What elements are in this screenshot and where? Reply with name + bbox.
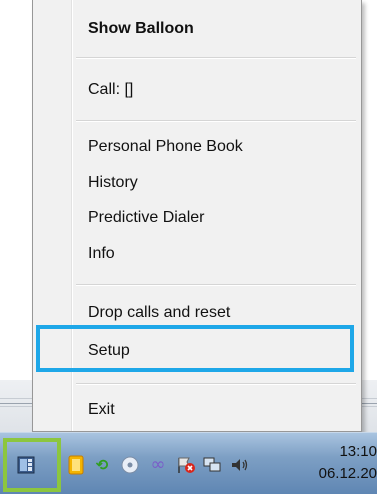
menu-item-history[interactable]: History — [88, 173, 138, 193]
menu-item-info[interactable]: Info — [88, 244, 115, 264]
clock-date: 06.12.20 — [318, 465, 377, 482]
infinity-icon[interactable]: ∞ — [148, 455, 168, 475]
context-menu: Show Balloon Call: [] Personal Phone Boo… — [32, 0, 362, 432]
menu-separator — [76, 383, 356, 385]
volume-icon[interactable] — [230, 455, 250, 475]
clock-time: 13:10 — [339, 443, 377, 460]
menu-item-call[interactable]: Call: [] — [88, 80, 133, 100]
disc-icon[interactable] — [120, 455, 140, 475]
folder-icon[interactable] — [66, 455, 86, 475]
setup-highlight-box — [36, 325, 354, 372]
menu-item-personal-phone-book[interactable]: Personal Phone Book — [88, 137, 243, 157]
menu-separator — [76, 57, 356, 59]
network-icon[interactable] — [202, 455, 222, 475]
menu-item-setup[interactable]: Setup — [88, 341, 130, 361]
menu-item-drop-calls-and-reset[interactable]: Drop calls and reset — [88, 303, 230, 323]
system-clock[interactable]: 13:10 06.12.20 — [307, 441, 377, 485]
phone-app-icon[interactable] — [16, 455, 36, 475]
sync-arrows-icon[interactable]: ⟲ — [92, 455, 112, 475]
menu-item-exit[interactable]: Exit — [88, 400, 115, 420]
taskbar: ⟲ ∞ 13:10 06.12.20 — [0, 432, 377, 494]
menu-item-predictive-dialer[interactable]: Predictive Dialer — [88, 208, 204, 228]
menu-item-show-balloon[interactable]: Show Balloon — [88, 19, 194, 39]
menu-separator — [76, 120, 356, 122]
flag-error-icon[interactable] — [176, 455, 196, 475]
menu-separator — [76, 284, 356, 286]
